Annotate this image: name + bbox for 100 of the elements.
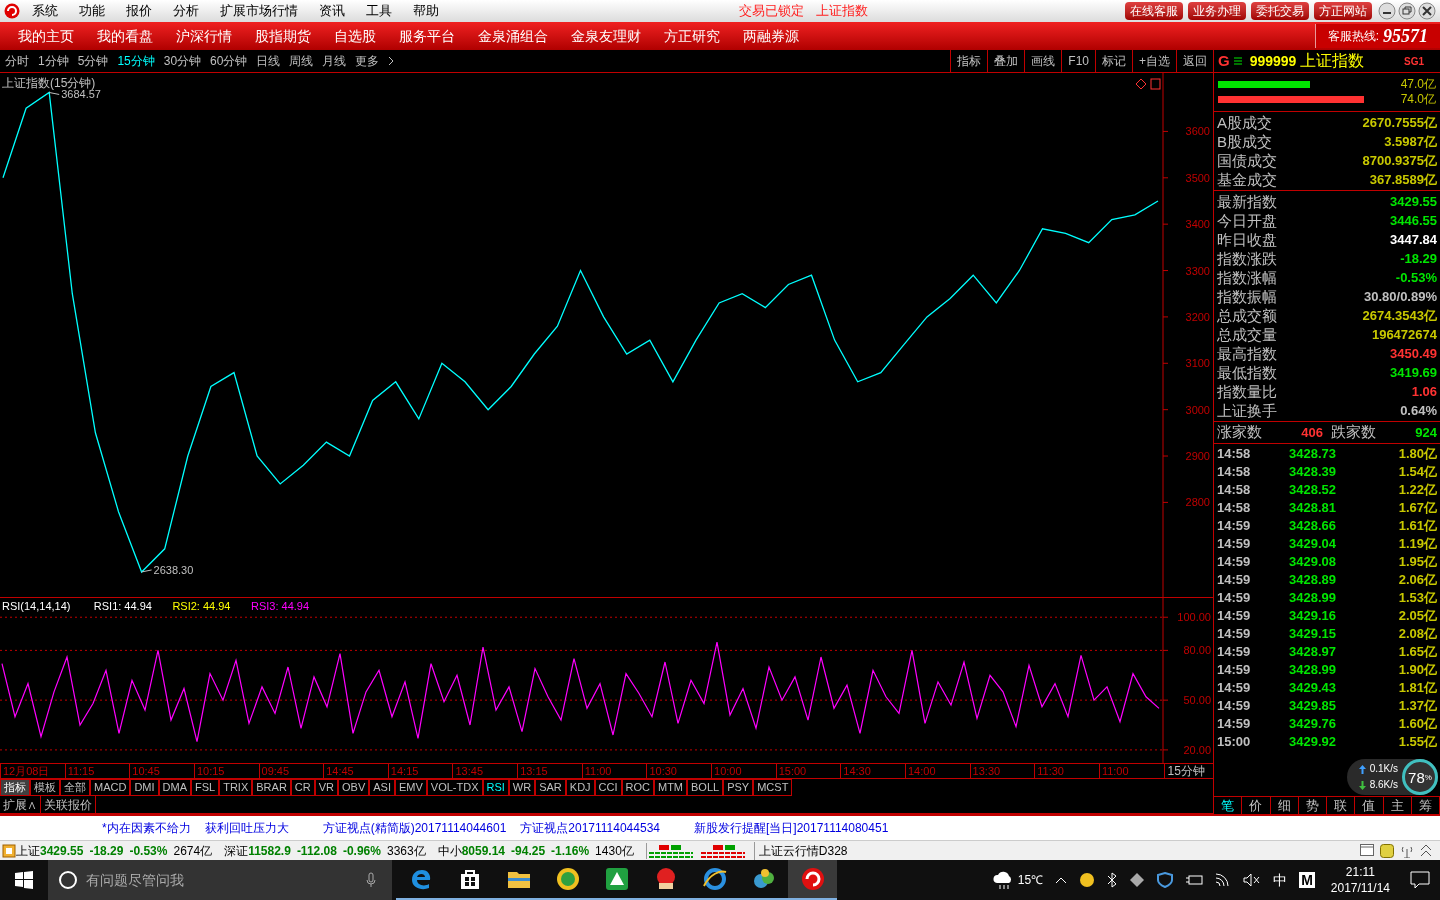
nav-item[interactable]: 自选股 — [334, 25, 376, 47]
m-key[interactable]: M — [1299, 872, 1315, 888]
battery-plug-icon[interactable] — [1185, 873, 1204, 887]
chart-tool-button[interactable]: F10 — [1061, 50, 1095, 72]
indicator-tab[interactable]: RSI — [482, 779, 509, 796]
search-box[interactable]: 有问题尽管问我 — [48, 860, 392, 900]
menu-item[interactable]: 系统 — [32, 1, 58, 21]
period-tab[interactable]: 周线 — [289, 52, 314, 70]
nav-item[interactable]: 服务平台 — [399, 25, 455, 47]
mute-icon[interactable] — [1243, 873, 1262, 887]
panel-icon[interactable] — [1360, 843, 1374, 856]
indicator-tab[interactable]: KDJ — [565, 779, 595, 796]
indicator-tab[interactable]: ASI — [369, 779, 395, 796]
nav-item[interactable]: 两融券源 — [743, 25, 799, 47]
period-tab[interactable]: 30分钟 — [163, 52, 202, 70]
chevron-up-icon[interactable] — [1055, 876, 1068, 884]
period-tab[interactable]: 分时 — [5, 52, 29, 70]
period-tab[interactable]: 5分钟 — [77, 52, 109, 70]
bluetooth-icon[interactable] — [1107, 872, 1118, 888]
menu-item[interactable]: 功能 — [79, 1, 105, 21]
ie-browser-icon[interactable] — [701, 866, 728, 892]
news-link[interactable]: 方证视点20171114044534 — [520, 819, 660, 837]
triangle-app-icon[interactable] — [603, 866, 630, 892]
cloud-rain-icon[interactable] — [991, 870, 1014, 890]
restore-icon[interactable] — [1398, 2, 1416, 20]
indicator-tab[interactable]: WR — [508, 779, 536, 796]
close-icon[interactable] — [1418, 2, 1436, 20]
diamond-icon[interactable] — [1135, 78, 1147, 90]
chart-tool-button[interactable]: 指标 — [950, 50, 988, 72]
network-monitor-widget[interactable]: 0.1K/s 8.6K/s 78% — [1346, 759, 1438, 795]
news-link[interactable]: 获利回吐压力大 — [204, 819, 289, 837]
indicator-tab[interactable]: EMV — [394, 779, 427, 796]
square-icon[interactable] — [1150, 78, 1161, 90]
chart-tool-button[interactable]: 叠加 — [987, 50, 1025, 72]
menu-item[interactable]: 帮助 — [413, 1, 439, 21]
nav-item[interactable]: 方正研究 — [664, 25, 720, 47]
indicator-tab[interactable]: CCI — [594, 779, 622, 796]
indicator-tab[interactable]: BRAR — [252, 779, 291, 796]
app-logo-icon[interactable] — [799, 866, 826, 892]
nav-item[interactable]: 金泉友理财 — [571, 25, 641, 47]
menu-item[interactable]: 资讯 — [319, 1, 345, 21]
extra-tab[interactable]: 扩展∧ — [0, 796, 41, 813]
window-icon[interactable] — [2, 843, 16, 858]
menu-item[interactable]: 报价 — [126, 1, 152, 21]
chart-tool-button[interactable]: 画线 — [1024, 50, 1062, 72]
indicator-tab[interactable]: DMA — [158, 779, 191, 796]
indicator-tab[interactable]: MCST — [753, 779, 793, 796]
indicator-tab[interactable]: TRIX — [219, 779, 253, 796]
indicator-tab[interactable]: ROC — [621, 779, 654, 796]
chart-tool-button[interactable]: +自选 — [1132, 50, 1176, 72]
indicator-tab[interactable]: OBV — [338, 779, 370, 796]
indicator-tab[interactable]: 模板 — [30, 779, 60, 796]
extra-tab[interactable]: 关联报价 — [41, 796, 96, 813]
indicator-tab[interactable]: VR — [314, 779, 338, 796]
minimize-icon[interactable] — [1378, 2, 1396, 20]
period-tab[interactable]: 15分钟 — [117, 52, 155, 70]
clock-date[interactable]: 2017/11/14 — [1330, 880, 1390, 896]
menu-item[interactable]: 扩展市场行情 — [220, 1, 298, 21]
expand-up-icon[interactable] — [1420, 843, 1432, 858]
nav-item[interactable]: 金泉涌组合 — [478, 25, 548, 47]
chevron-right-icon[interactable] — [388, 56, 395, 66]
indicator-tab[interactable]: 全部 — [60, 779, 90, 796]
period-tab[interactable]: 更多 — [355, 52, 380, 70]
clock-time[interactable]: 21:11 — [1345, 864, 1375, 880]
indicator-tab[interactable]: MACD — [90, 779, 131, 796]
header-button[interactable]: 委托交易 — [1251, 2, 1309, 20]
indicator-tab[interactable]: DMI — [130, 779, 159, 796]
period-tab[interactable]: 月线 — [322, 52, 347, 70]
indicator-tab[interactable]: VOL-TDX — [426, 779, 483, 796]
indicator-tab[interactable]: MTM — [654, 779, 688, 796]
menu-item[interactable]: 分析 — [173, 1, 199, 21]
microphone-icon[interactable] — [366, 872, 376, 888]
indicator-tab[interactable]: 指标 — [0, 779, 30, 796]
nav-item[interactable]: 沪深行情 — [176, 25, 232, 47]
indicator-tab[interactable]: FSL — [191, 779, 220, 796]
wifi-icon[interactable] — [1215, 873, 1232, 887]
indicator-tab[interactable]: CR — [290, 779, 315, 796]
input-method[interactable]: 中 — [1273, 869, 1288, 891]
chart-tool-button[interactable]: 标记 — [1095, 50, 1132, 72]
header-button[interactable]: 方正网站 — [1314, 2, 1372, 20]
news-link[interactable]: 方证视点(精简版)20171114044601 — [322, 819, 507, 837]
menu-item[interactable]: 工具 — [366, 1, 392, 21]
diamond-icon[interactable] — [1129, 872, 1146, 888]
indicator-tab[interactable]: SAR — [535, 779, 566, 796]
header-button[interactable]: 业务办理 — [1188, 2, 1246, 20]
nav-item[interactable]: 股指期货 — [255, 25, 311, 47]
period-tab[interactable]: 日线 — [256, 52, 281, 70]
nav-item[interactable]: 我的看盘 — [97, 25, 153, 47]
shield-icon[interactable] — [1157, 872, 1174, 888]
news-link[interactable]: *内在因素不给力 — [102, 819, 191, 837]
start-icon[interactable] — [15, 871, 33, 889]
period-tab[interactable]: 1分钟 — [38, 52, 69, 70]
header-button[interactable]: 在线客服 — [1125, 2, 1183, 20]
music-tray-icon[interactable] — [1079, 872, 1096, 888]
temperature[interactable]: 15℃ — [1017, 871, 1044, 889]
notification-icon[interactable] — [1410, 871, 1430, 889]
period-tab[interactable]: 60分钟 — [210, 52, 248, 70]
indicator-tab[interactable]: BOLL — [687, 779, 724, 796]
news-link[interactable]: 新股发行提醒[当日]20171114080451 — [694, 819, 889, 837]
menu-icon[interactable] — [1233, 57, 1242, 65]
